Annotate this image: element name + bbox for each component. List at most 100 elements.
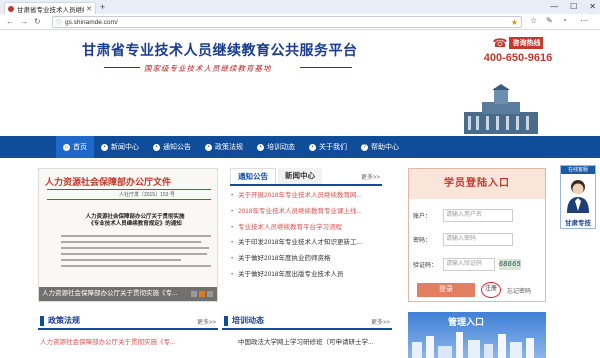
captcha-image[interactable]: 68665 xyxy=(499,259,521,270)
policy-item[interactable]: 人力资源社会保障部办公厅关于贯彻实施《专... xyxy=(40,336,216,346)
register-link[interactable]: 注册 xyxy=(481,282,501,298)
address-bar: ← → ↻ ⓘ gs.shinamde.com/ ★ ☆ ✎ ◔ ⋯ xyxy=(0,14,600,30)
policy-section-title: 政策法规 xyxy=(48,316,80,325)
back-icon[interactable]: ← xyxy=(6,17,14,27)
account-label: 账户： xyxy=(413,214,432,220)
tab-news[interactable]: 新闻中心 xyxy=(278,168,322,184)
doc-divider xyxy=(47,189,211,190)
url-text: gs.shinamde.com/ xyxy=(65,18,118,26)
nav-news[interactable]: • 新闻中心 xyxy=(94,136,146,158)
news-carousel[interactable]: 人力资源社会保障部办公厅文件 人社厅发〔2015〕153 号 人力资源社会保障部… xyxy=(38,168,218,302)
nav-help[interactable]: ? 帮助中心 xyxy=(354,136,406,158)
forward-icon[interactable]: → xyxy=(20,17,28,27)
nav-training[interactable]: • 培训动态 xyxy=(250,136,302,158)
browser-tab-strip: 甘肃省专业技术人员继续... ✕ + — ☐ ✕ xyxy=(0,0,600,14)
policy-icon: • xyxy=(205,143,212,151)
account-input[interactable]: 请输入用户名 xyxy=(443,209,513,222)
url-input[interactable]: ⓘ gs.shinamde.com/ ★ xyxy=(52,16,522,28)
subtitle-right-line xyxy=(300,67,352,68)
login-button[interactable]: 登录 xyxy=(417,283,475,297)
hub-icon[interactable]: ◔ xyxy=(562,16,567,25)
more-menu-icon[interactable]: ⋯ xyxy=(580,16,588,25)
service-name: 甘肃专技 xyxy=(565,220,591,227)
news-icon: • xyxy=(101,143,108,151)
list-item[interactable]: 专业技术人员继续教育平台学习流程 xyxy=(230,220,382,236)
nav-policy[interactable]: • 政策法规 xyxy=(198,136,250,158)
favorites-icon[interactable]: ☆ xyxy=(530,16,537,25)
window-controls: — ☐ ✕ xyxy=(550,1,596,12)
nav-label: 政策法规 xyxy=(215,144,243,151)
nav-label: 通知公告 xyxy=(163,144,191,151)
online-service-widget[interactable]: 在线客服 甘肃专技 xyxy=(560,165,596,229)
list-item[interactable]: 关于做好2018年度出版专业技术人员 xyxy=(230,267,382,283)
captcha-input[interactable]: 请输入验证码 xyxy=(443,258,495,271)
hotline-number: 400-650-9616 xyxy=(483,52,553,64)
nav-label: 新闻中心 xyxy=(111,144,139,151)
site-title: 甘肃省专业技术人员继续教育公共服务平台 xyxy=(82,42,358,58)
list-item[interactable]: 关于印发2018年专业技术人才知识更新工... xyxy=(230,235,382,251)
login-title: 学员登陆入口 xyxy=(409,169,545,199)
forgot-password-link[interactable]: 忘记密码 xyxy=(507,286,531,295)
password-input[interactable]: 请输入密码 xyxy=(443,233,513,246)
info-icon: ⓘ xyxy=(56,20,63,27)
service-label: 在线客服 xyxy=(561,166,595,174)
hotline: ☎ 咨询热线 400-650-9616 xyxy=(478,36,558,64)
nav-label: 首页 xyxy=(73,144,87,151)
subtitle-left-line xyxy=(104,67,140,68)
new-tab-button[interactable]: + xyxy=(100,2,105,12)
minimize-icon[interactable]: — xyxy=(550,1,558,12)
section-marker xyxy=(224,316,228,326)
list-item[interactable]: 关于做好2018年度执业药师资格 xyxy=(230,251,382,267)
doc-body-text xyxy=(61,235,211,271)
nav-label: 关于我们 xyxy=(319,144,347,151)
user-icon: • xyxy=(309,143,316,151)
nav-label: 培训动态 xyxy=(267,144,295,151)
home-icon: ⌂ xyxy=(63,143,70,151)
training-section-title: 培训动态 xyxy=(232,316,264,325)
hotline-label: 咨询热线 xyxy=(509,37,544,49)
password-label: 密码： xyxy=(413,238,432,244)
close-window-icon[interactable]: ✕ xyxy=(589,1,596,12)
nav-about[interactable]: • 关于我们 xyxy=(302,136,354,158)
building-illustration xyxy=(464,84,538,134)
policy-section-header: 政策法规 更多>> xyxy=(38,312,218,330)
carousel-dots xyxy=(191,291,213,297)
notice-list: 关于开展2018年专业技术人员继续教育网... 2018年专业技术人员继续教育专… xyxy=(230,188,382,283)
help-icon: ? xyxy=(361,143,368,151)
nav-label: 帮助中心 xyxy=(371,144,399,151)
carousel-dot-active[interactable] xyxy=(199,291,205,297)
training-item[interactable]: 中国政法大学网上学习研修班（可申请研士学... xyxy=(238,336,390,346)
main-navbar: ⌂ 首页 • 新闻中心 • 通知公告 • 政策法规 • 培训动态 • 关于我们 ? 帮助中心 xyxy=(0,136,600,158)
section-marker xyxy=(40,316,44,326)
doc-title: 人力资源社会保障部办公厅文件 xyxy=(45,177,172,187)
skyline-illustration xyxy=(412,332,534,358)
management-title: 管理入口 xyxy=(448,317,485,327)
training-section-header: 培训动态 更多>> xyxy=(222,312,392,330)
doc-divider xyxy=(47,199,211,200)
maximize-icon[interactable]: ☐ xyxy=(570,1,577,12)
browser-tab[interactable]: 甘肃省专业技术人员继续... ✕ xyxy=(4,2,96,14)
nav-notices[interactable]: • 通知公告 xyxy=(146,136,198,158)
more-link[interactable]: 更多>> xyxy=(197,317,216,326)
tab-notices[interactable]: 通知公告 xyxy=(230,168,276,184)
phone-icon: ☎ xyxy=(492,36,508,50)
notice-icon: • xyxy=(153,143,160,151)
tab-close-icon[interactable]: ✕ xyxy=(86,5,92,13)
list-item[interactable]: 2018年专业技术人员继续教育专业课上线... xyxy=(230,204,382,220)
doc-heading: 人力资源社会保障部办公厅关于贯彻实施《专业技术人员继续教育规定》的通知 xyxy=(85,214,185,227)
site-subtitle: 国家级专业技术人员继续教育基地 xyxy=(144,64,272,73)
management-entry[interactable]: 管理入口 xyxy=(408,312,546,358)
notice-panel: 通知公告 新闻中心 更多>> 关于开展2018年专业技术人员继续教育网... 2… xyxy=(230,168,382,298)
favicon-icon xyxy=(8,5,14,12)
more-link[interactable]: 更多>> xyxy=(371,317,390,326)
nav-home[interactable]: ⌂ 首页 xyxy=(56,136,94,158)
more-link[interactable]: 更多>> xyxy=(361,172,380,181)
login-panel: 学员登陆入口 账户： 请输入用户名 密码： 请输入密码 验证码： 请输入验证码 … xyxy=(408,168,546,302)
captcha-label: 验证码： xyxy=(413,263,438,269)
refresh-icon[interactable]: ↻ xyxy=(34,17,41,27)
carousel-dot[interactable] xyxy=(207,291,213,297)
list-item[interactable]: 关于开展2018年专业技术人员继续教育网... xyxy=(230,188,382,204)
carousel-dot[interactable] xyxy=(191,291,197,297)
share-icon[interactable]: ✎ xyxy=(546,16,553,25)
favorite-star-icon[interactable]: ★ xyxy=(511,18,518,27)
